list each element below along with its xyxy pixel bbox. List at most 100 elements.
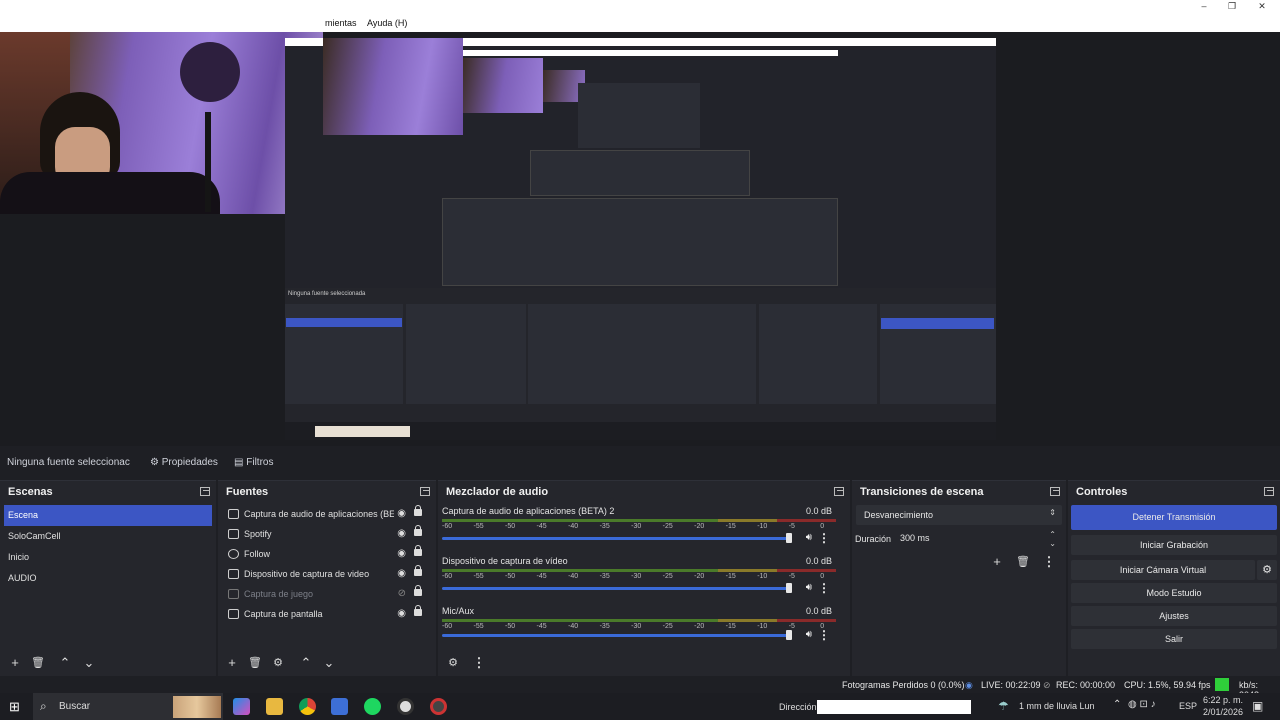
- more-options-icon[interactable]: ⋮: [818, 628, 830, 642]
- undock-icon[interactable]: [200, 487, 210, 496]
- lock-icon[interactable]: [414, 585, 422, 596]
- advanced-audio-icon[interactable]: ⚙: [444, 654, 462, 672]
- obs-icon[interactable]: [397, 698, 414, 715]
- start-recording-button[interactable]: Iniciar Grabación: [1071, 535, 1277, 555]
- trash-icon[interactable]: 🗑: [29, 654, 47, 672]
- stop-stream-button[interactable]: Detener Transmisión: [1071, 505, 1277, 530]
- notification-icon[interactable]: ▣: [1252, 699, 1263, 713]
- scene-item[interactable]: Inicio: [4, 547, 212, 568]
- copilot-icon[interactable]: [233, 698, 250, 715]
- tray-icons[interactable]: ◍ ⊡ ♪: [1128, 699, 1156, 710]
- source-item[interactable]: Follow ◉: [222, 544, 432, 564]
- more-options-icon[interactable]: ⋮: [818, 531, 830, 545]
- eye-icon[interactable]: ◉: [397, 504, 406, 524]
- arrow-up-icon[interactable]: ⌃: [297, 654, 315, 672]
- chrome-icon[interactable]: [299, 698, 316, 715]
- more-options-icon[interactable]: ⋮: [470, 654, 488, 672]
- speaker-icon[interactable]: 🔊︎: [806, 629, 812, 640]
- more-options-icon[interactable]: ⋮: [818, 581, 830, 595]
- menu-help[interactable]: Ayuda (H): [367, 18, 407, 28]
- spin-icon[interactable]: ⌃ ⌄: [1049, 530, 1056, 548]
- eye-icon[interactable]: ◉: [397, 524, 406, 544]
- undock-icon[interactable]: [420, 487, 430, 496]
- meter-tick-label: -40: [568, 523, 579, 530]
- live-time: LIVE: 00:22:09: [981, 680, 1041, 690]
- filter-icon: ▤: [234, 457, 244, 468]
- weather-text[interactable]: 1 mm de lluvia Lun: [1019, 701, 1095, 711]
- add-icon[interactable]: +: [988, 553, 1006, 571]
- speaker-icon[interactable]: 🔊︎: [806, 582, 812, 593]
- virtual-camera-button[interactable]: Iniciar Cámara Virtual: [1071, 560, 1255, 580]
- obs-recording-icon[interactable]: [430, 698, 447, 715]
- close-icon[interactable]: ✕: [1254, 1, 1270, 15]
- chevron-up-icon[interactable]: ⌃: [1113, 699, 1121, 710]
- transition-select-value: Desvanecimiento: [864, 510, 934, 520]
- source-item[interactable]: Captura de audio de aplicaciones (BET ◉: [222, 504, 432, 524]
- lock-icon[interactable]: [414, 525, 422, 536]
- slider-handle[interactable]: [786, 630, 792, 640]
- lock-icon[interactable]: [414, 505, 422, 516]
- arrow-down-icon[interactable]: ⌄: [80, 654, 98, 672]
- clock-time[interactable]: 6:22 p. m.: [1203, 695, 1243, 705]
- menu-tools[interactable]: mientas: [325, 18, 357, 28]
- source-item[interactable]: Captura de pantalla ◉: [222, 604, 432, 624]
- volume-slider[interactable]: [442, 634, 790, 637]
- undock-icon[interactable]: [1264, 487, 1274, 496]
- slider-handle[interactable]: [786, 583, 792, 593]
- eye-icon[interactable]: ◉: [397, 564, 406, 584]
- source-item[interactable]: Captura de juego ⊘: [222, 584, 432, 604]
- properties-bar: Ninguna fuente seleccionac ⚙ Propiedades…: [0, 451, 1280, 475]
- trash-icon[interactable]: 🗑: [246, 654, 264, 672]
- add-icon[interactable]: +: [6, 654, 24, 672]
- source-item[interactable]: Spotify ◉: [222, 524, 432, 544]
- maximize-icon[interactable]: ❐: [1224, 1, 1240, 15]
- tab-properties[interactable]: ⚙ Propiedades: [150, 451, 218, 475]
- add-icon[interactable]: +: [223, 654, 241, 672]
- gear-icon[interactable]: ⚙: [1257, 560, 1277, 580]
- clock-date[interactable]: 2/01/2026: [1203, 707, 1243, 717]
- trash-icon[interactable]: 🗑: [1014, 553, 1032, 571]
- scene-item[interactable]: Escena: [4, 505, 212, 526]
- meter-tick-label: -10: [757, 573, 768, 580]
- file-explorer-icon[interactable]: [266, 698, 283, 715]
- windows-start-icon[interactable]: ⊞: [9, 700, 23, 714]
- speaker-icon[interactable]: 🔊︎: [806, 532, 812, 543]
- word-icon[interactable]: [331, 698, 348, 715]
- undock-icon[interactable]: [1050, 487, 1060, 496]
- minimize-icon[interactable]: –: [1196, 1, 1212, 15]
- meter-tick-label: -20: [694, 523, 705, 530]
- webcam-video: [0, 32, 323, 214]
- more-options-icon[interactable]: ⋮: [1040, 553, 1058, 571]
- meter-tick-label: -25: [662, 573, 673, 580]
- studio-mode-button[interactable]: Modo Estudio: [1071, 583, 1277, 603]
- lock-icon[interactable]: [414, 545, 422, 556]
- lock-icon[interactable]: [414, 565, 422, 576]
- scene-item[interactable]: AUDIO: [4, 568, 212, 589]
- volume-slider[interactable]: [442, 537, 790, 540]
- language-indicator[interactable]: ESP: [1179, 701, 1197, 711]
- slider-handle[interactable]: [786, 533, 792, 543]
- gear-icon[interactable]: ⚙: [269, 654, 287, 672]
- dropped-frames: Fotogramas Perdidos 0 (0.0%): [842, 680, 965, 690]
- undock-icon[interactable]: [834, 487, 844, 496]
- transition-select[interactable]: Desvanecimiento ⇕: [856, 505, 1062, 525]
- source-item[interactable]: Dispositivo de captura de video ◉: [222, 564, 432, 584]
- taskbar: ⊞ ⌕ Buscar Dirección ☂ 1 mm de lluvia Lu…: [0, 693, 1280, 720]
- volume-slider[interactable]: [442, 587, 790, 590]
- exit-button[interactable]: Salir: [1071, 629, 1277, 649]
- tab-filters[interactable]: ▤ Filtros: [234, 451, 273, 475]
- preview-canvas[interactable]: Ninguna fuente seleccionada: [0, 32, 1280, 446]
- eye-icon[interactable]: ◉: [397, 544, 406, 564]
- address-input[interactable]: [817, 700, 971, 714]
- settings-button[interactable]: Ajustes: [1071, 606, 1277, 626]
- spotify-icon[interactable]: [364, 698, 381, 715]
- search-box[interactable]: ⌕ Buscar: [33, 693, 223, 720]
- eye-hidden-icon[interactable]: ⊘: [398, 584, 406, 604]
- scene-item[interactable]: SoloCamCell: [4, 526, 212, 547]
- tab-properties-label: Propiedades: [161, 457, 218, 468]
- duration-spinbox[interactable]: 300 ms ⌃ ⌄: [894, 529, 1062, 549]
- arrow-up-icon[interactable]: ⌃: [56, 654, 74, 672]
- eye-icon[interactable]: ◉: [397, 604, 406, 624]
- arrow-down-icon[interactable]: ⌄: [320, 654, 338, 672]
- lock-icon[interactable]: [414, 605, 422, 616]
